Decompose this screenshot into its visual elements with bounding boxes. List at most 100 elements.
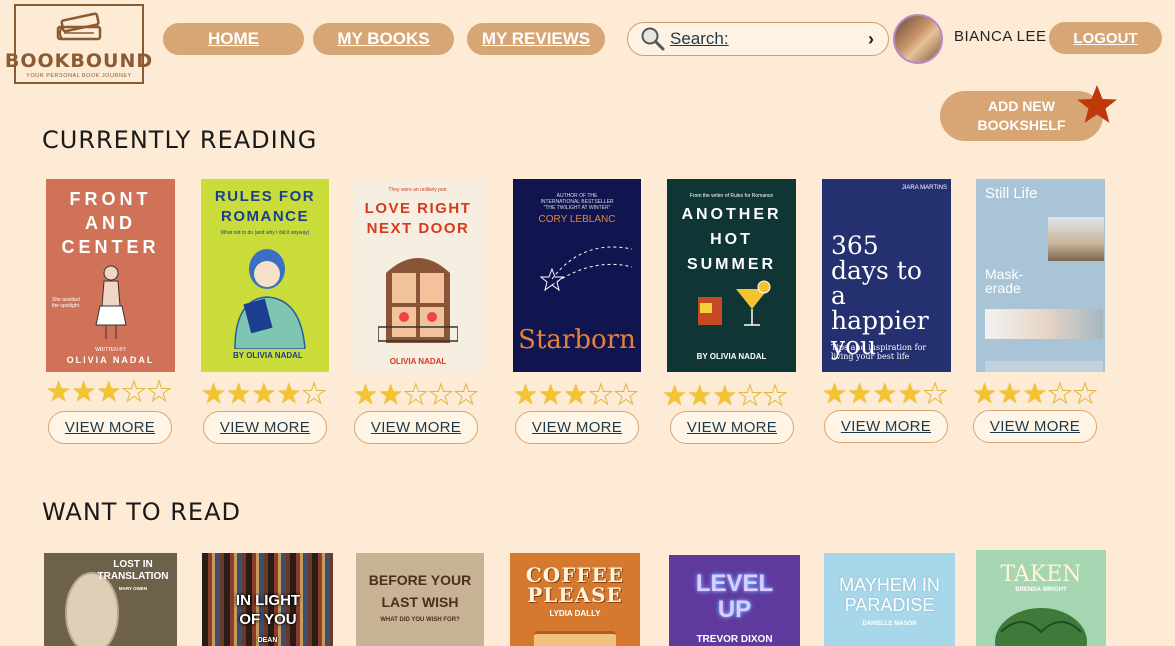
logout-button[interactable]: LOGOUT: [1049, 22, 1162, 54]
book-cover-still-life[interactable]: Still Life Mask-erade: [976, 179, 1105, 372]
star-rating[interactable]: ★ ★ ★ ★ ★: [822, 379, 948, 408]
want-to-read-heading: WANT TO READ: [42, 498, 241, 526]
view-more-button[interactable]: VIEW MORE: [203, 411, 327, 444]
book-cover-another-hot-summer[interactable]: From the writer of Rules for Romance ANO…: [667, 179, 796, 372]
brand-tagline: YOUR PERSONAL BOOK JOURNEY: [26, 73, 132, 79]
cocktail-illustration: [697, 280, 770, 326]
star-empty-icon[interactable]: ★: [762, 381, 788, 410]
nav-home-button[interactable]: HOME: [163, 23, 304, 55]
star-rating[interactable]: ★ ★ ★ ★ ★: [46, 377, 172, 406]
star-filled-icon[interactable]: ★: [226, 380, 251, 408]
star-filled-icon[interactable]: ★: [997, 380, 1022, 408]
star-icon: [1077, 85, 1117, 123]
book-subtitle: WHAT DID YOU WISH FOR?: [380, 617, 460, 623]
book-author: BRENDA WRIGHT: [1015, 587, 1067, 593]
book-author: DANIELLE MASON: [862, 621, 917, 627]
book-title: 365 days to a happier you: [831, 231, 929, 360]
star-filled-icon[interactable]: ★: [872, 380, 897, 408]
book-cover-front-and-center[interactable]: FRONT AND CENTER She avoided the spotlig…: [46, 179, 175, 372]
view-more-button[interactable]: VIEW MORE: [354, 411, 478, 444]
star-filled-icon[interactable]: ★: [687, 382, 712, 410]
book-tagline: AUTHOR OF THE INTERNATIONAL BESTSELLER "…: [540, 193, 614, 211]
book-tagline: They were an unlikely pair.: [388, 187, 448, 193]
book-cover-taken[interactable]: TAKEN BRENDA WRIGHT: [976, 550, 1106, 646]
star-filled-icon[interactable]: ★: [822, 380, 847, 408]
star-rating[interactable]: ★ ★ ★ ★ ★: [662, 381, 788, 410]
book-cover-love-right-next-door[interactable]: They were an unlikely pair. LOVE RIGHT N…: [353, 179, 483, 372]
book-author: JIARA MARTINS: [901, 185, 947, 191]
book-cover-mayhem-in-paradise[interactable]: MAYHEM IN PARADISE DANIELLE MASON: [824, 553, 955, 646]
star-empty-icon[interactable]: ★: [737, 381, 763, 410]
book-cover-coffee-please[interactable]: COFFEE PLEASE LYDIA DALLY: [510, 553, 640, 646]
avatar[interactable]: [893, 14, 943, 64]
star-empty-icon[interactable]: ★: [428, 380, 454, 409]
book-cover-365-days[interactable]: JIARA MARTINS 365 days to a happier you …: [822, 179, 951, 372]
book-cover-starborn[interactable]: AUTHOR OF THE INTERNATIONAL BESTSELLER "…: [513, 179, 641, 372]
book-title: RULES FOR ROMANCE: [214, 188, 316, 225]
star-empty-icon[interactable]: ★: [588, 380, 614, 409]
star-empty-icon[interactable]: ★: [301, 379, 327, 408]
view-more-button[interactable]: VIEW MORE: [973, 410, 1097, 443]
star-empty-icon[interactable]: ★: [453, 380, 479, 409]
book-author: LYDIA DALLY: [549, 609, 601, 618]
book-title: Still Life: [985, 185, 1038, 202]
star-filled-icon[interactable]: ★: [46, 378, 71, 406]
book-title: LEVEL UP: [695, 570, 774, 623]
view-more-button[interactable]: VIEW MORE: [48, 411, 172, 444]
star-filled-icon[interactable]: ★: [847, 380, 872, 408]
star-filled-icon[interactable]: ★: [563, 381, 588, 409]
book-title: COFFEE PLEASE: [525, 563, 625, 607]
book-cover-lost-in-translation[interactable]: LOST IN TRANSLATION MARY OWEN: [44, 553, 177, 646]
chevron-right-icon[interactable]: ›: [868, 29, 874, 50]
book-title: TAKEN: [1000, 562, 1082, 587]
book-subtitle: Tips and inspiration for living your bes…: [831, 343, 927, 361]
star-filled-icon[interactable]: ★: [276, 380, 301, 408]
star-empty-icon[interactable]: ★: [613, 380, 639, 409]
star-rating[interactable]: ★ ★ ★ ★ ★: [513, 380, 639, 409]
book-cover-rules-for-romance[interactable]: RULES FOR ROMANCE What not to do (and wh…: [201, 179, 329, 372]
book-cover-before-your-last-wish[interactable]: BEFORE YOUR LAST WISH WHAT DID YOU WISH …: [356, 553, 484, 646]
shooting-star-illustration: [539, 246, 632, 292]
star-filled-icon[interactable]: ★: [712, 382, 737, 410]
brand-logo[interactable]: BOOKBOUND YOUR PERSONAL BOOK JOURNEY: [5, 4, 152, 84]
star-empty-icon[interactable]: ★: [121, 377, 147, 406]
book-author: MARY OWEN: [118, 586, 148, 591]
star-filled-icon[interactable]: ★: [378, 381, 403, 409]
view-more-button[interactable]: VIEW MORE: [670, 411, 794, 444]
star-filled-icon[interactable]: ★: [1022, 380, 1047, 408]
book-cover-in-light-of-you[interactable]: IN LIGHT OF YOU DEAN: [202, 553, 333, 646]
star-rating[interactable]: ★ ★ ★ ★ ★: [972, 379, 1098, 408]
star-filled-icon[interactable]: ★: [972, 380, 997, 408]
view-more-button[interactable]: VIEW MORE: [515, 411, 639, 444]
star-filled-icon[interactable]: ★: [251, 380, 276, 408]
star-empty-icon[interactable]: ★: [403, 380, 429, 409]
nav-my-books-button[interactable]: MY BOOKS: [313, 23, 454, 55]
star-filled-icon[interactable]: ★: [353, 381, 378, 409]
book-cover-level-up[interactable]: LEVEL UP TREVOR DIXON: [669, 555, 800, 646]
photo-strip: [985, 361, 1103, 372]
star-filled-icon[interactable]: ★: [201, 380, 226, 408]
star-rating[interactable]: ★ ★ ★ ★ ★: [201, 379, 327, 408]
star-filled-icon[interactable]: ★: [96, 378, 121, 406]
book-title: LOVE RIGHT NEXT DOOR: [364, 200, 472, 237]
star-filled-icon[interactable]: ★: [71, 378, 96, 406]
star-rating[interactable]: ★ ★ ★ ★ ★: [353, 380, 479, 409]
star-empty-icon[interactable]: ★: [146, 377, 172, 406]
book-tagline: From the writer of Rules for Romance: [689, 193, 774, 199]
woman-illustration: [94, 265, 127, 339]
book-author: DEAN: [257, 637, 278, 644]
book-title: Starborn: [518, 325, 636, 355]
star-filled-icon[interactable]: ★: [538, 381, 563, 409]
star-empty-icon[interactable]: ★: [922, 379, 948, 408]
view-more-button[interactable]: VIEW MORE: [824, 410, 948, 443]
nav-my-reviews-button[interactable]: MY REVIEWS: [467, 23, 605, 55]
star-empty-icon[interactable]: ★: [1047, 379, 1073, 408]
search-bar[interactable]: ›: [627, 22, 889, 56]
photo-landscape: [1048, 217, 1104, 261]
star-filled-icon[interactable]: ★: [513, 381, 538, 409]
star-empty-icon[interactable]: ★: [1072, 379, 1098, 408]
star-filled-icon[interactable]: ★: [897, 380, 922, 408]
search-input[interactable]: [670, 29, 850, 49]
star-filled-icon[interactable]: ★: [662, 382, 687, 410]
book-author: BY OLIVIA NADAL: [233, 351, 303, 360]
